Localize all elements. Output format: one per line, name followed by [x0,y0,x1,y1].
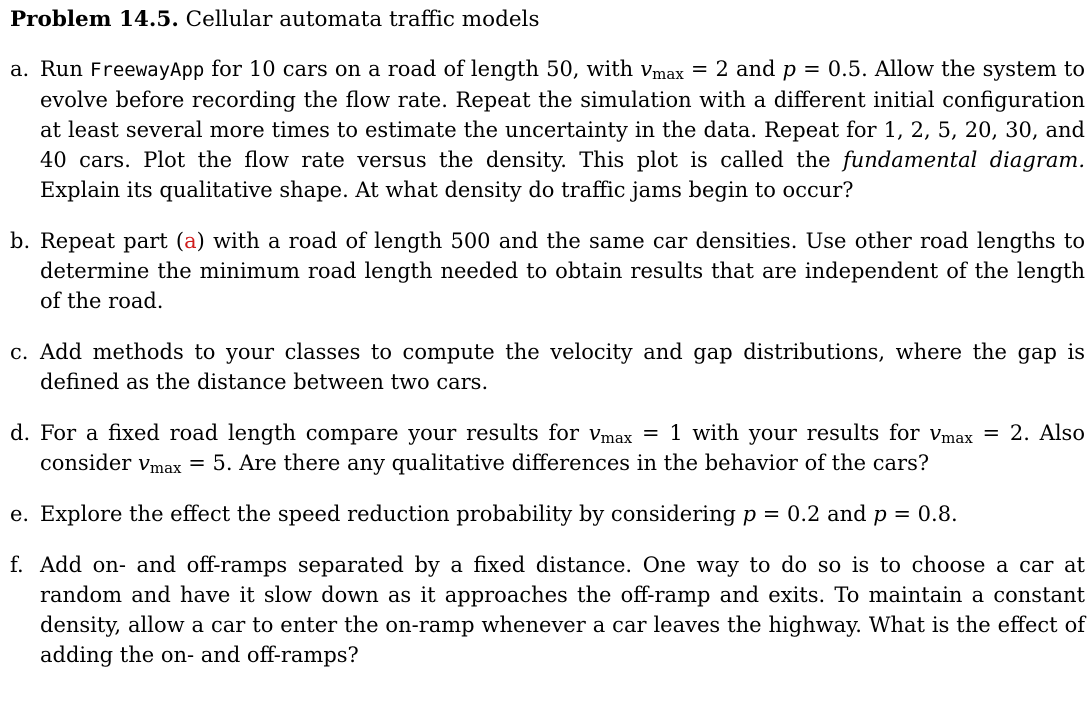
part-a-text-5: Explain its qualitative shape. At what d… [40,178,854,202]
part-e: e. Explore the effect the speed reduction… [10,499,1085,529]
problem-title: Cellular automata traffic models [185,7,540,32]
p-symbol: p [873,502,887,526]
code-freewayapp: FreewayApp [89,59,205,81]
part-d-text-2: = 1 with your results for [632,421,930,445]
problem-number: Problem 14.5. [10,7,179,32]
vmax-symbol: vmax [929,421,973,447]
part-c-text: Add methods to your classes to compute t… [40,340,1085,394]
part-b: b. Repeat part (a) with a road of length … [10,226,1085,316]
p-symbol: p [742,502,757,526]
problem-heading: Problem 14.5. Cellular automata traffic … [10,6,1084,34]
part-a-reference-link[interactable]: a [184,229,197,253]
part-e-text-1: Explore the effect the speed reduction p… [40,502,743,526]
p-symbol: p [782,57,796,81]
vmax-symbol: vmax [138,451,182,477]
problem-page: Problem 14.5. Cellular automata traffic … [0,0,1092,711]
part-e-text-3: = 0.8. [886,502,958,526]
part-f: f. Add on- and off-ramps separated by a f… [10,550,1085,670]
part-b-text-1: Repeat part ( [40,229,185,253]
fundamental-diagram-term: fundamental diagram. [843,148,1085,172]
part-e-marker: e. [10,502,30,526]
part-a-text-1: Run [40,57,90,81]
problem-parts-list: a. Run FreewayApp for 10 cars on a road o… [10,54,1085,670]
part-a-text-2: for 10 cars on a road of length 50, with [204,57,641,81]
part-a-text-3: = 2 and [683,57,783,81]
vmax-symbol: vmax [588,421,633,447]
part-b-marker: b. [10,229,31,253]
part-f-marker: f. [10,553,24,577]
part-b-text-2: ) with a road of length 500 and the same… [40,229,1085,313]
part-c-marker: c. [10,340,29,364]
part-d-marker: d. [10,421,31,445]
part-c: c. Add methods to your classes to compute… [10,337,1085,397]
part-a-marker: a. [10,57,30,81]
part-d-text-4: = 5. Are there any qualitative differenc… [181,451,930,475]
part-d: d. For a fixed road length compare your r… [10,418,1085,478]
part-f-text: Add on- and off-ramps separated by a fix… [40,553,1085,667]
vmax-symbol: vmax [640,57,684,83]
part-d-text-1: For a fixed road length compare your res… [40,421,589,445]
part-e-text-2: = 0.2 and [756,502,874,526]
part-a: a. Run FreewayApp for 10 cars on a road o… [10,54,1085,205]
